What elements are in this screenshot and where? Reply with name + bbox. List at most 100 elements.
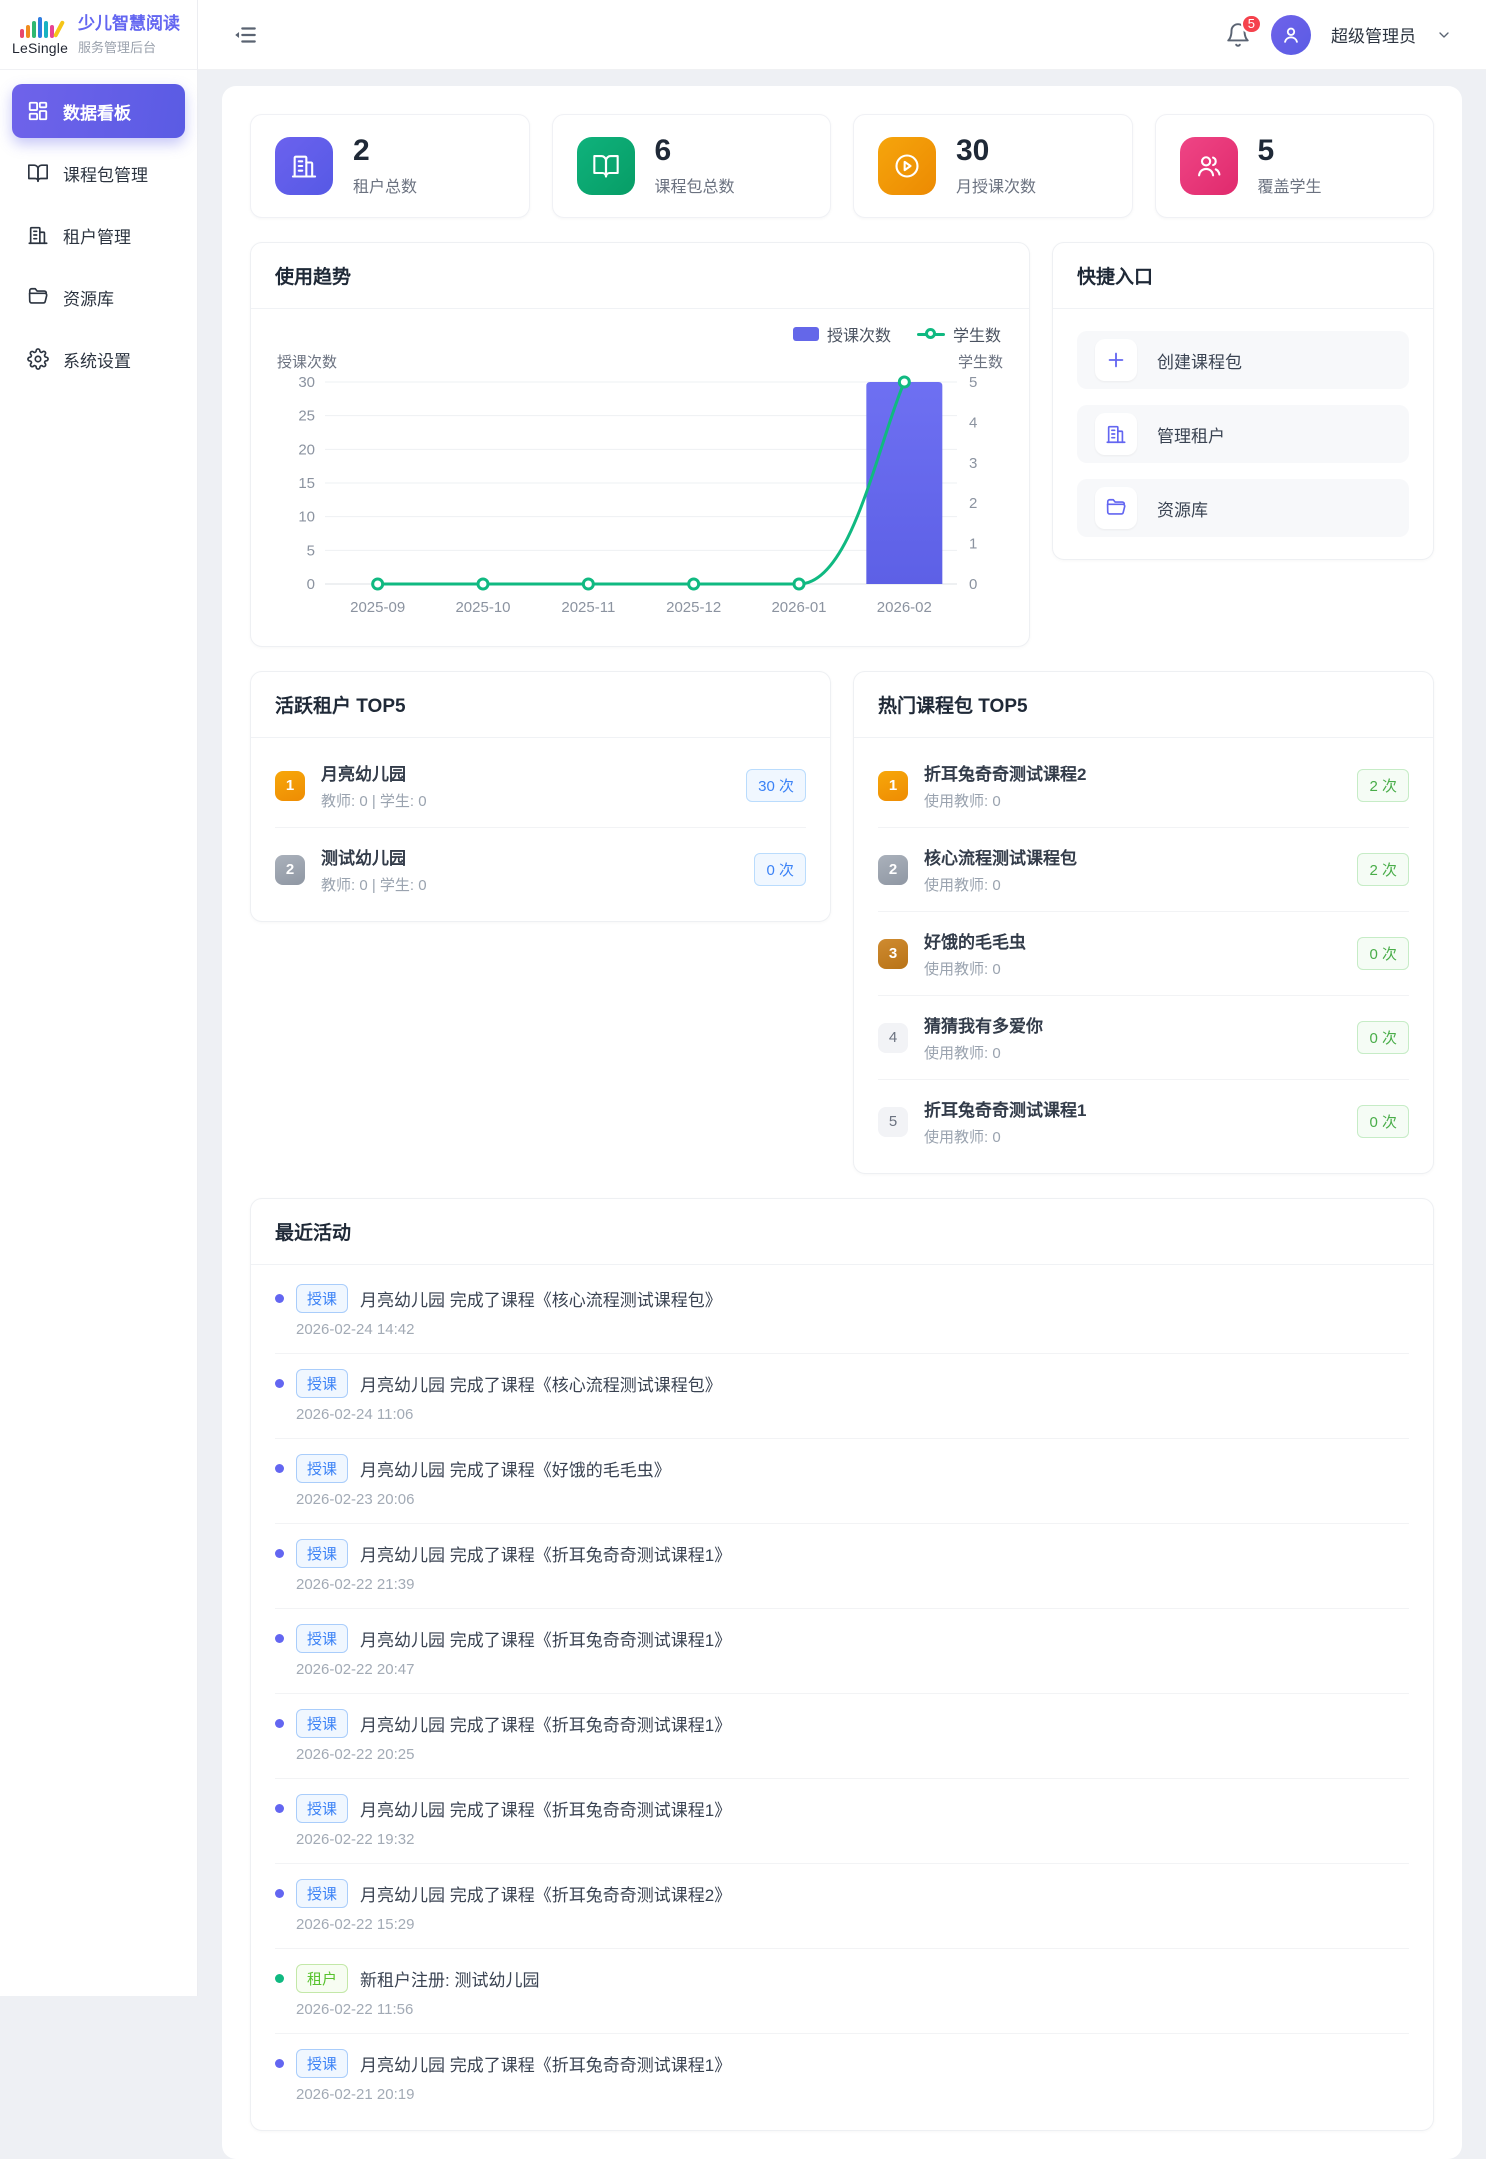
stat-value: 5 (1258, 135, 1322, 167)
user-name[interactable]: 超级管理员 (1331, 22, 1416, 47)
recent-activity-card: 最近活动 授课 月亮幼儿园 完成了课程《核心流程测试课程包》 2026-02-2… (250, 1198, 1434, 2131)
rank-badge: 4 (878, 1023, 908, 1053)
activity-text: 月亮幼儿园 完成了课程《好饿的毛毛虫》 (360, 1456, 671, 1481)
svg-text:5: 5 (969, 374, 977, 391)
activity-time: 2026-02-22 15:29 (296, 1916, 1409, 1933)
rank-badge: 1 (878, 771, 908, 801)
main-content: 2 租户总数 6 课程包总数 30 月授课次数 5 覆盖学生 使用 (198, 70, 1486, 2159)
usage-count-badge: 2 次 (1357, 853, 1409, 886)
usage-count-badge: 0 次 (1357, 1021, 1409, 1054)
package-meta: 使用教师: 0 (924, 958, 1357, 979)
building-icon (27, 224, 49, 246)
sidebar-item-settings[interactable]: 系统设置 (12, 332, 185, 386)
book-icon (577, 137, 635, 195)
quick-item-label: 资源库 (1157, 496, 1208, 521)
dashboard-container: 2 租户总数 6 课程包总数 30 月授课次数 5 覆盖学生 使用 (222, 86, 1462, 2159)
active-tenants-card: 活跃租户 TOP5 1 月亮幼儿园 教师: 0 | 学生: 0 30 次 2 测… (250, 671, 831, 922)
usage-count-badge: 0 次 (1357, 1105, 1409, 1138)
svg-text:10: 10 (298, 509, 315, 526)
sidebar-item-tenants[interactable]: 租户管理 (12, 208, 185, 262)
activity-text: 月亮幼儿园 完成了课程《核心流程测试课程包》 (360, 1371, 722, 1396)
svg-text:2: 2 (969, 495, 977, 512)
package-meta: 使用教师: 0 (924, 874, 1357, 895)
app-logo: LeSingle 少儿智慧阅读 服务管理后台 (0, 0, 197, 70)
activity-row: 授课 月亮幼儿园 完成了课程《折耳兔奇奇测试课程1》 2026-02-22 20… (275, 1609, 1409, 1694)
package-meta: 使用教师: 0 (924, 1126, 1357, 1147)
quick-item-resources[interactable]: 资源库 (1077, 479, 1409, 537)
svg-text:2025-09: 2025-09 (350, 599, 405, 616)
left-axis-name: 授课次数 (277, 351, 337, 372)
users-icon (1180, 137, 1238, 195)
axis-names: 授课次数 学生数 (275, 345, 1005, 374)
activity-dot (275, 1634, 284, 1643)
trend-chart: 授课次数 学生数 授课次数 学生数 (251, 309, 1029, 646)
sidebar-item-dashboard[interactable]: 数据看板 (12, 84, 185, 138)
svg-text:1: 1 (969, 536, 977, 553)
svg-text:0: 0 (969, 576, 977, 593)
package-row: 2 核心流程测试课程包 使用教师: 0 2 次 (878, 828, 1409, 912)
sidebar-collapse-button[interactable] (232, 22, 258, 48)
activity-dot (275, 1294, 284, 1303)
tenant-meta: 教师: 0 | 学生: 0 (321, 790, 746, 811)
activity-type-badge: 授课 (296, 1284, 348, 1313)
chart-title: 使用趋势 (251, 243, 1029, 309)
sidebar-item-resources[interactable]: 资源库 (12, 270, 185, 324)
book-icon (27, 162, 49, 184)
rank-badge: 2 (878, 855, 908, 885)
package-meta: 使用教师: 0 (924, 1042, 1357, 1063)
hot-packages-card: 热门课程包 TOP5 1 折耳兔奇奇测试课程2 使用教师: 0 2 次 2 核心… (853, 671, 1434, 1174)
quick-item-manage-tenants[interactable]: 管理租户 (1077, 405, 1409, 463)
svg-text:5: 5 (307, 542, 315, 559)
avatar[interactable] (1271, 15, 1311, 55)
building-icon (275, 137, 333, 195)
svg-text:0: 0 (307, 576, 315, 593)
activity-text: 月亮幼儿园 完成了课程《折耳兔奇奇测试课程1》 (360, 1796, 731, 1821)
stat-label: 覆盖学生 (1258, 173, 1322, 197)
legend-line-swatch (917, 327, 945, 341)
tenant-row: 2 测试幼儿园 教师: 0 | 学生: 0 0 次 (275, 828, 806, 911)
svg-text:20: 20 (298, 441, 315, 458)
lecture-count-badge: 0 次 (754, 853, 806, 886)
legend-item-students[interactable]: 学生数 (917, 322, 1001, 346)
package-row: 3 好饿的毛毛虫 使用教师: 0 0 次 (878, 912, 1409, 996)
svg-text:2025-12: 2025-12 (666, 599, 721, 616)
rank-badge: 3 (878, 939, 908, 969)
usage-count-badge: 0 次 (1357, 937, 1409, 970)
activity-type-badge: 授课 (296, 1794, 348, 1823)
activity-dot (275, 1889, 284, 1898)
activity-dot (275, 1719, 284, 1728)
sidebar-item-course-packages[interactable]: 课程包管理 (12, 146, 185, 200)
activity-type-badge: 授课 (296, 1879, 348, 1908)
rank-badge: 5 (878, 1107, 908, 1137)
activity-time: 2026-02-22 20:25 (296, 1746, 1409, 1763)
activity-time: 2026-02-24 11:06 (296, 1406, 1409, 1423)
activity-row: 授课 月亮幼儿园 完成了课程《折耳兔奇奇测试课程1》 2026-02-22 21… (275, 1524, 1409, 1609)
tenant-name: 月亮幼儿园 (321, 760, 746, 785)
chevron-down-icon[interactable] (1436, 27, 1452, 43)
activity-text: 月亮幼儿园 完成了课程《折耳兔奇奇测试课程2》 (360, 1881, 731, 1906)
activity-time: 2026-02-23 20:06 (296, 1491, 1409, 1508)
activity-time: 2026-02-22 20:47 (296, 1661, 1409, 1678)
trend-chart-svg[interactable]: 0510152025300123452025-092025-102025-112… (275, 374, 1007, 630)
activity-type-badge: 授课 (296, 1539, 348, 1568)
package-meta: 使用教师: 0 (924, 790, 1357, 811)
stat-card-tenants: 2 租户总数 (250, 114, 530, 218)
recent-activity-title: 最近活动 (251, 1199, 1433, 1265)
activity-row: 授课 月亮幼儿园 完成了课程《好饿的毛毛虫》 2026-02-23 20:06 (275, 1439, 1409, 1524)
quick-item-label: 创建课程包 (1157, 348, 1242, 373)
quick-item-label: 管理租户 (1157, 422, 1225, 447)
sidebar-item-label: 数据看板 (63, 99, 131, 124)
quick-item-create-package[interactable]: 创建课程包 (1077, 331, 1409, 389)
usage-trend-card: 使用趋势 授课次数 学生数 授课次数 学生数 (250, 242, 1030, 647)
activity-dot (275, 1464, 284, 1473)
activity-text: 月亮幼儿园 完成了课程《折耳兔奇奇测试课程1》 (360, 1626, 731, 1651)
notification-bell[interactable]: 5 (1225, 22, 1251, 48)
hot-packages-title: 热门课程包 TOP5 (854, 672, 1433, 738)
activity-type-badge: 授课 (296, 1709, 348, 1738)
active-tenants-title: 活跃租户 TOP5 (251, 672, 830, 738)
activity-text: 月亮幼儿园 完成了课程《折耳兔奇奇测试课程1》 (360, 2051, 731, 2076)
dashboard-icon (27, 100, 49, 122)
package-row: 1 折耳兔奇奇测试课程2 使用教师: 0 2 次 (878, 744, 1409, 828)
legend-item-lectures[interactable]: 授课次数 (793, 322, 891, 346)
building-icon (1095, 413, 1137, 455)
